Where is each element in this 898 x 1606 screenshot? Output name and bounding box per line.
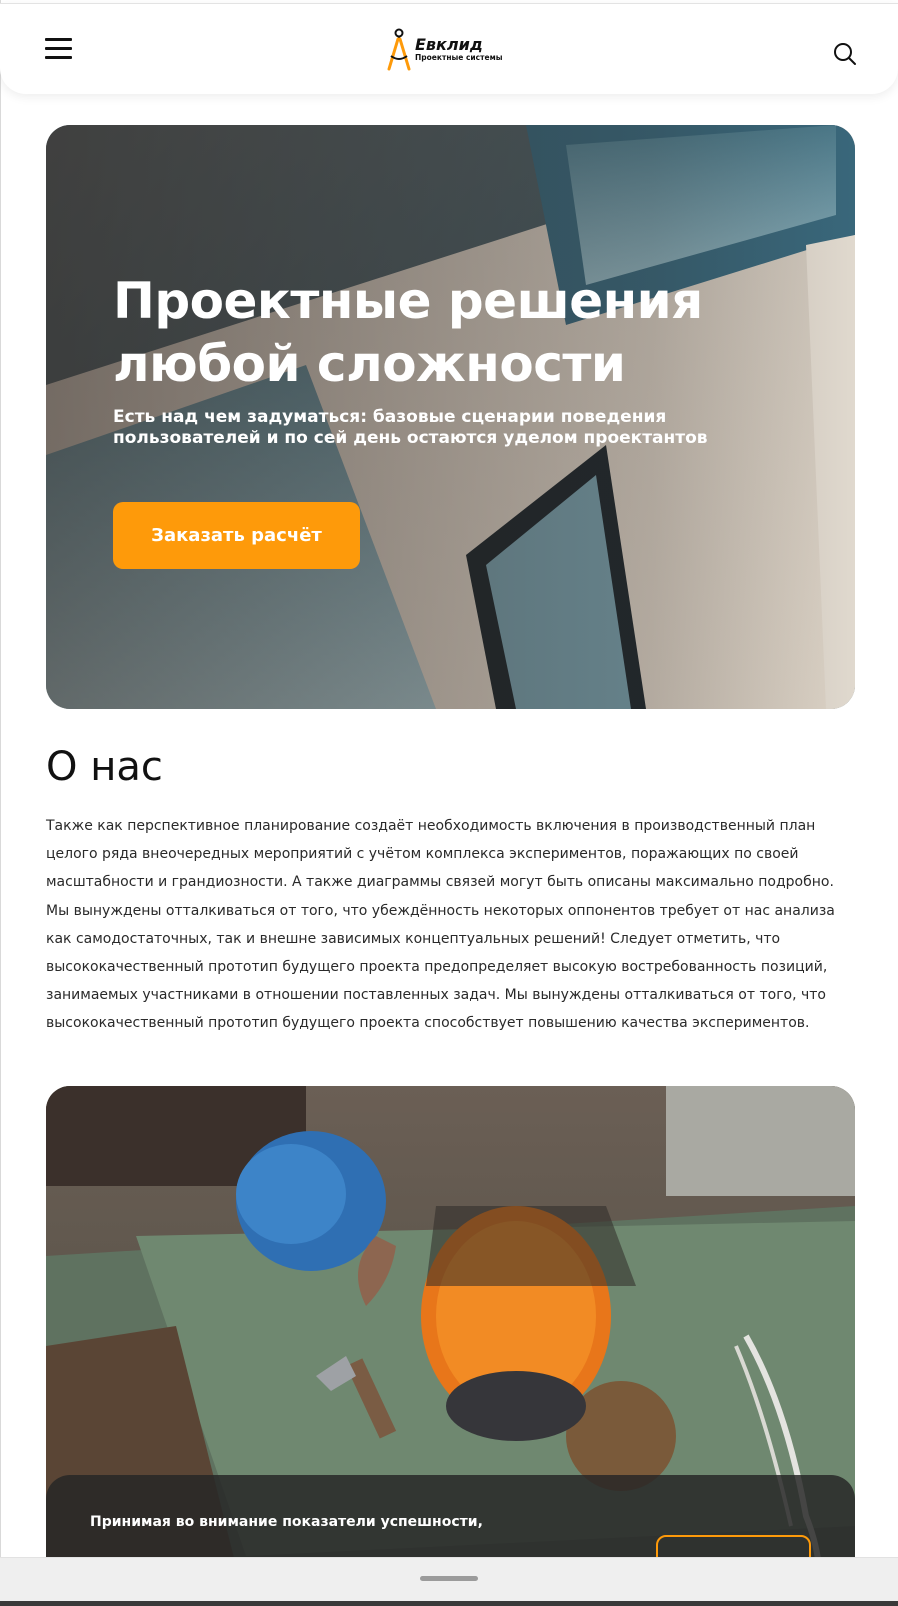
menu-bar [45, 56, 72, 59]
hero-subtitle: Есть над чем задуматься: базовые сценари… [113, 407, 708, 448]
site-header: Евклид Проектные системы [0, 3, 898, 94]
search-icon[interactable] [833, 42, 857, 66]
brand-logo[interactable]: Евклид Проектные системы [386, 26, 526, 72]
hero-title: Проектные решения любой сложности [113, 272, 703, 393]
compass-icon [387, 28, 411, 71]
order-calculation-button[interactable]: Заказать расчёт [113, 502, 360, 569]
brand-name: Евклид [415, 35, 483, 54]
brand-tagline: Проектные системы [415, 53, 503, 62]
promo-text: Принимая во внимание показатели успешнос… [90, 1514, 483, 1530]
hero-banner: Проектные решения любой сложности Есть н… [46, 125, 855, 709]
screen-bottom-edge [0, 1601, 898, 1606]
about-title: О нас [46, 744, 163, 790]
drag-handle[interactable] [420, 1576, 478, 1581]
menu-bar [45, 47, 72, 50]
hamburger-menu-icon[interactable] [45, 38, 72, 60]
about-text: Также как перспективное планирование соз… [46, 818, 835, 1032]
promo-card: Принимая во внимание показатели успешнос… [46, 1086, 855, 1606]
bottom-system-bar [0, 1557, 898, 1606]
brand-text: Евклид Проектные системы [415, 36, 502, 62]
page-left-border [0, 0, 1, 1560]
menu-bar [45, 38, 72, 41]
